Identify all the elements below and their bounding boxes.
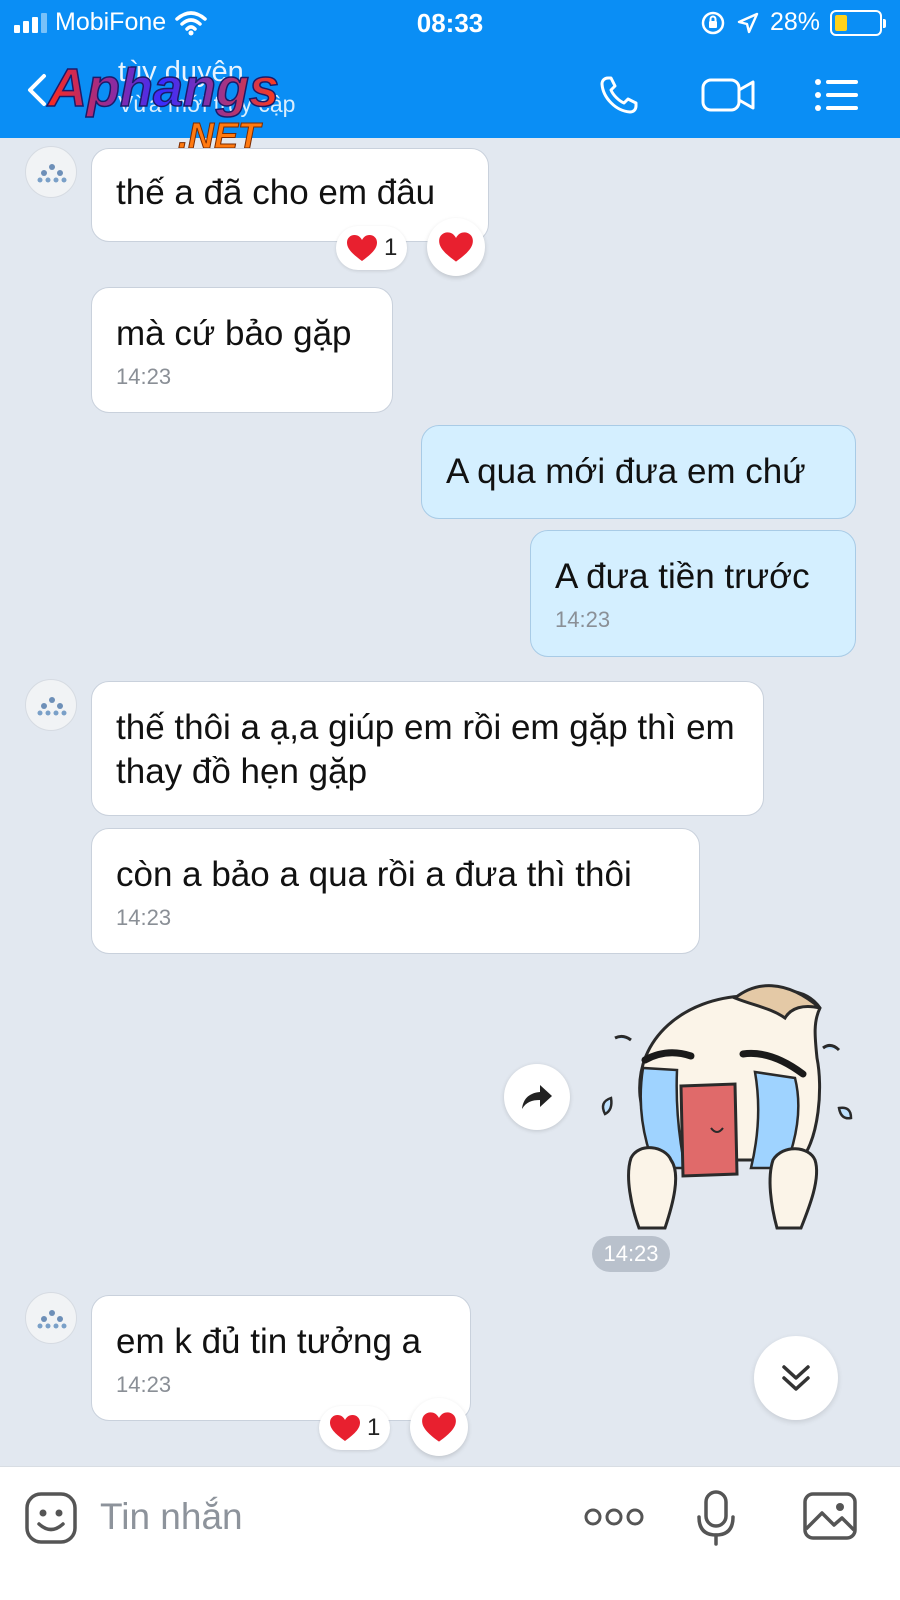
scroll-to-bottom-button[interactable] [754, 1336, 838, 1420]
message-bubble[interactable]: thế thôi a ạ,a giúp em rồi em gặp thì em… [91, 681, 764, 816]
message-text: thế a đã cho em đâu [116, 173, 436, 212]
heart-icon [422, 1412, 456, 1442]
contact-avatar[interactable] [25, 1292, 77, 1344]
location-icon [737, 12, 759, 33]
heart-icon [330, 1415, 360, 1441]
video-icon[interactable] [700, 72, 756, 118]
back-icon[interactable] [18, 70, 58, 110]
contact-avatar[interactable] [25, 679, 77, 731]
contact-avatar[interactable] [25, 146, 77, 198]
message-input[interactable] [100, 1485, 560, 1549]
emoji-icon[interactable] [24, 1491, 78, 1545]
message-text: thế thôi a ạ,a giúp em rồi em gặp thì em… [116, 708, 735, 791]
message-bubble[interactable]: em k đủ tin tưởng a 14:23 [91, 1295, 471, 1421]
reaction-count-value: 1 [367, 1414, 381, 1441]
battery-level [835, 14, 847, 31]
battery-icon [830, 9, 886, 36]
share-button[interactable] [504, 1064, 570, 1130]
message-time: 14:23 [116, 905, 172, 930]
more-icon[interactable] [584, 1505, 644, 1529]
reaction-count[interactable]: 1 [319, 1406, 391, 1450]
message-bubble[interactable]: mà cứ bảo gặp 14:23 [91, 287, 393, 413]
contact-title[interactable]: tùy duyên Vừa mới truy cập [118, 56, 295, 118]
rotation-lock-icon [701, 11, 725, 34]
message-bubble[interactable]: A đưa tiền trước 14:23 [530, 530, 856, 657]
chat-header: MobiFone 08:33 28% tùy duyên Vừa mới tru… [0, 0, 900, 154]
message-bubble[interactable]: còn a bảo a qua rồi a đưa thì thôi 14:23 [91, 828, 700, 954]
message-time: 14:23 [555, 607, 611, 632]
heart-icon [439, 232, 473, 262]
contact-name: tùy duyên [118, 56, 244, 88]
crying-sticker[interactable] [595, 978, 860, 1230]
message-text: em k đủ tin tưởng a [116, 1322, 422, 1361]
status-bar: MobiFone 08:33 28% [0, 0, 900, 46]
image-icon[interactable] [802, 1491, 858, 1541]
heart-icon [347, 235, 377, 261]
message-time: 14:23 [116, 364, 172, 389]
contact-status: Vừa mới truy cập [118, 91, 296, 117]
nav-bar: tùy duyên Vừa mới truy cập [0, 50, 900, 138]
message-text: còn a bảo a qua rồi a đưa thì thôi [116, 855, 632, 894]
react-button[interactable] [410, 1398, 468, 1456]
message-text: A qua mới đưa em chứ [446, 452, 806, 491]
microphone-icon[interactable] [696, 1489, 736, 1547]
battery-percent: 28% [769, 8, 820, 36]
chevron-double-down-icon [782, 1365, 810, 1391]
message-text: A đưa tiền trước [555, 557, 810, 596]
message-bubble[interactable]: thế a đã cho em đâu [91, 148, 489, 242]
sticker-time: 14:23 [592, 1236, 670, 1272]
message-composer [0, 1466, 900, 1600]
react-button[interactable] [427, 218, 485, 276]
reaction-count-value: 1 [384, 234, 398, 261]
message-text: mà cứ bảo gặp [116, 314, 352, 353]
menu-icon[interactable] [810, 72, 866, 118]
phone-icon[interactable] [594, 72, 650, 118]
share-icon [522, 1085, 552, 1109]
message-time: 14:23 [116, 1372, 172, 1397]
reaction-count[interactable]: 1 [336, 226, 408, 270]
message-bubble[interactable]: A qua mới đưa em chứ [421, 425, 856, 519]
